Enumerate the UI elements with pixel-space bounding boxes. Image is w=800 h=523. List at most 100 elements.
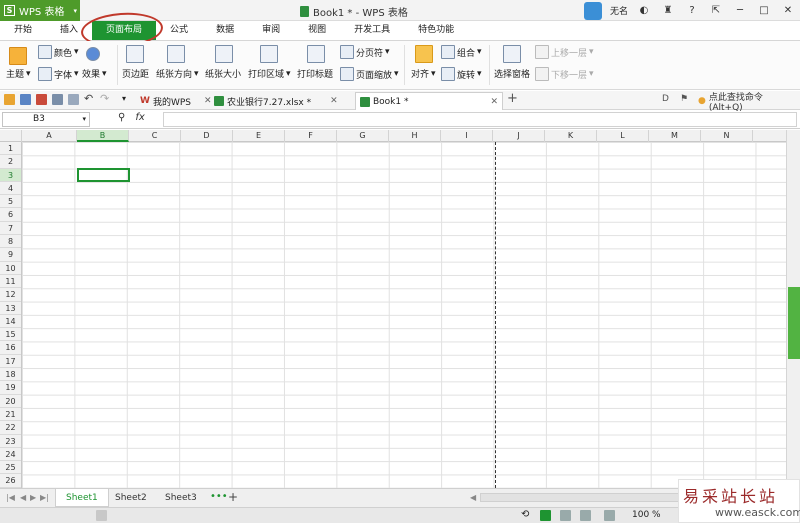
bring-forward-button[interactable]: 上移一层 ▾	[535, 45, 594, 59]
row-header[interactable]: 14	[0, 315, 21, 329]
wps-app-menu-button[interactable]: S WPS 表格 ▾	[0, 0, 80, 21]
margins-icon[interactable]	[126, 45, 144, 63]
row-header[interactable]: 15	[0, 328, 21, 342]
row-header[interactable]: 18	[0, 368, 21, 382]
minimize-button[interactable]: ─	[732, 3, 748, 19]
tab-view[interactable]: 视图	[294, 21, 340, 40]
formula-input[interactable]	[163, 112, 797, 127]
user-avatar[interactable]	[583, 1, 602, 20]
zoom-level[interactable]: 100 %	[632, 510, 661, 520]
row-header[interactable]: 25	[0, 461, 21, 475]
close-tab-icon[interactable]: ✕	[330, 96, 338, 106]
doc-tab-bank-xlsx[interactable]: 农业银行7.27.xlsx * ✕	[210, 92, 342, 110]
more-sheets-icon[interactable]: •••	[210, 491, 228, 502]
column-header[interactable]: A	[22, 130, 77, 142]
column-header[interactable]: F	[285, 130, 337, 142]
customize-toolbar-icon[interactable]: ▾	[122, 94, 133, 105]
row-header[interactable]: 21	[0, 408, 21, 422]
export-pdf-icon[interactable]	[36, 94, 47, 105]
shirt-icon[interactable]: ♜	[660, 3, 676, 19]
select-all-corner[interactable]	[0, 130, 22, 142]
selection-pane-icon[interactable]	[503, 45, 521, 63]
tab-developer[interactable]: 开发工具	[340, 21, 404, 40]
row-header[interactable]: 7	[0, 222, 21, 236]
align-button[interactable]: 对齐 ▾	[411, 67, 436, 81]
page-break-view-icon[interactable]	[560, 510, 571, 521]
sheet-tab-3[interactable]: Sheet3	[155, 489, 207, 507]
save-icon[interactable]	[20, 94, 31, 105]
row-header[interactable]: 2	[0, 155, 21, 169]
send-backward-button[interactable]: 下移一层 ▾	[535, 67, 594, 81]
zoom-search-icon[interactable]: ⚲	[118, 112, 125, 123]
close-button[interactable]: ✕	[780, 3, 796, 19]
column-header[interactable]: K	[545, 130, 597, 142]
effects-button[interactable]: 效果 ▾	[82, 67, 107, 81]
rotate-button[interactable]: 旋转 ▾	[441, 67, 482, 81]
next-sheet-icon[interactable]: ▶	[30, 493, 36, 502]
doc-tab-book1[interactable]: Book1 * ✕	[355, 92, 503, 110]
column-header[interactable]: J	[493, 130, 545, 142]
row-header[interactable]: 10	[0, 262, 21, 275]
skin-icon[interactable]: ◐	[636, 3, 652, 19]
selection-pane-button[interactable]: 选择窗格	[494, 67, 530, 80]
insert-function-button[interactable]: fx	[135, 112, 144, 123]
row-header[interactable]: 22	[0, 421, 21, 435]
size-icon[interactable]	[215, 45, 233, 63]
scroll-left-icon[interactable]: ◀	[470, 493, 476, 502]
tab-formulas[interactable]: 公式	[156, 21, 202, 40]
close-tab-icon[interactable]: ✕	[490, 97, 498, 107]
new-tab-icon[interactable]: +	[507, 92, 518, 105]
row-header[interactable]: 9	[0, 248, 21, 262]
color-button[interactable]: 颜色 ▾	[38, 45, 79, 59]
last-sheet-icon[interactable]: ▶|	[40, 493, 49, 502]
name-box[interactable]: B3 ▾	[2, 112, 90, 127]
breaks-button[interactable]: 分页符 ▾	[340, 45, 390, 59]
column-header[interactable]: B	[77, 130, 129, 142]
theme-button[interactable]: 主题 ▾	[6, 67, 31, 81]
page-layout-view-icon[interactable]	[580, 510, 591, 521]
print-titles-button[interactable]: 打印标题	[297, 67, 333, 80]
docs-icon[interactable]: D	[662, 94, 673, 105]
column-header[interactable]: G	[337, 130, 389, 142]
font-button[interactable]: 字体 ▾	[38, 67, 79, 81]
history-icon[interactable]: ⟲	[521, 510, 532, 521]
orientation-icon[interactable]	[167, 45, 185, 63]
print-preview-icon[interactable]	[68, 94, 79, 105]
column-header[interactable]: E	[233, 130, 285, 142]
row-header[interactable]: 23	[0, 435, 21, 448]
margins-button[interactable]: 页边距	[122, 67, 149, 80]
horizontal-scrollbar[interactable]	[480, 493, 680, 502]
help-icon[interactable]: ?	[684, 3, 700, 19]
selected-cell[interactable]	[77, 168, 130, 182]
tab-special[interactable]: 特色功能	[404, 21, 468, 40]
row-header[interactable]: 1	[0, 142, 21, 156]
row-header[interactable]: 16	[0, 341, 21, 355]
row-header[interactable]: 3	[0, 168, 21, 182]
doc-tab-my-wps[interactable]: W 我的WPS ✕	[136, 92, 216, 110]
size-button[interactable]: 纸张大小	[205, 67, 241, 80]
command-search[interactable]: ● 点此查找命令 (Alt+Q)	[694, 92, 800, 113]
user-name[interactable]: 无名	[610, 4, 628, 17]
prev-sheet-icon[interactable]: ◀	[20, 493, 26, 502]
effects-icon[interactable]	[86, 47, 100, 61]
theme-icon[interactable]	[9, 47, 27, 65]
tab-review[interactable]: 审阅	[248, 21, 294, 40]
print-area-icon[interactable]	[260, 45, 278, 63]
row-header[interactable]: 24	[0, 448, 21, 462]
print-icon[interactable]	[52, 94, 63, 105]
group-button[interactable]: 组合 ▾	[441, 45, 482, 59]
flag-icon[interactable]: ⚑	[680, 94, 691, 105]
sheet-tab-1[interactable]: Sheet1	[55, 489, 109, 507]
scale-button[interactable]: 页面缩放 ▾	[340, 67, 399, 81]
tab-home[interactable]: 开始	[0, 21, 46, 40]
cells-area[interactable]	[22, 142, 786, 488]
print-titles-icon[interactable]	[307, 45, 325, 63]
normal-view-icon[interactable]	[540, 510, 551, 521]
row-header[interactable]: 4	[0, 182, 21, 196]
column-header[interactable]: I	[441, 130, 493, 142]
column-header[interactable]: C	[129, 130, 181, 142]
column-header[interactable]: M	[649, 130, 701, 142]
add-sheet-icon[interactable]: +	[228, 490, 238, 504]
row-header[interactable]: 8	[0, 235, 21, 249]
row-header[interactable]: 19	[0, 381, 21, 395]
